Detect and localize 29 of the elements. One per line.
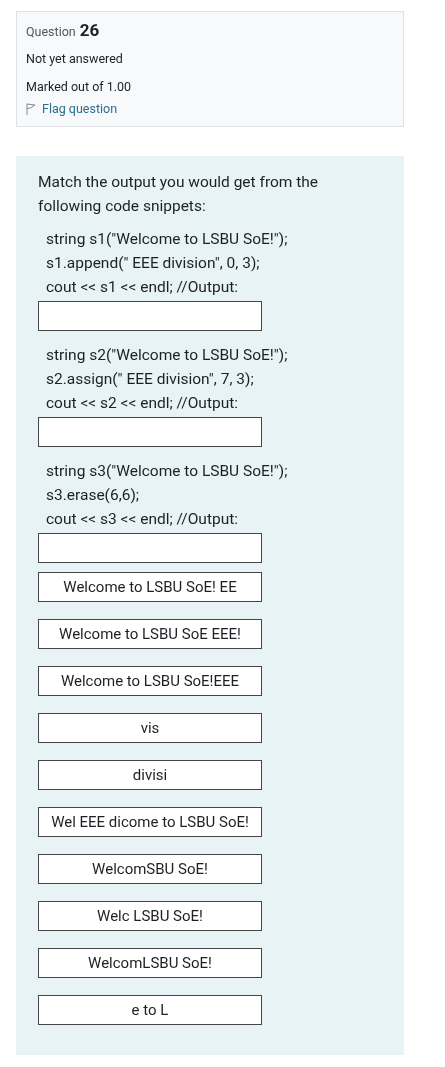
flag-question-link[interactable]: Flag question (26, 101, 118, 116)
answer-choice[interactable]: Welc LSBU SoE! (38, 901, 262, 931)
code-line: s3.erase(6,6); (46, 485, 141, 506)
code-line: string s2("Welcome to LSBU SoE!"); (46, 345, 289, 366)
question-status: Not yet answered (26, 50, 124, 68)
question-marks: Marked out of 1.00 (26, 78, 133, 96)
code-line: cout << s3 << endl; //Output: (46, 509, 240, 530)
drop-zone[interactable] (38, 417, 262, 447)
drop-zone[interactable] (38, 533, 262, 563)
answer-choice[interactable]: WelcomSBU SoE! (38, 854, 262, 884)
answer-choice[interactable]: Welcome to LSBU SoE EEE! (38, 619, 262, 649)
answer-choice[interactable]: vis (38, 713, 262, 743)
drop-zone[interactable] (38, 301, 262, 331)
question-label: Question (26, 24, 76, 39)
code-line: string s3("Welcome to LSBU SoE!"); (46, 461, 289, 482)
answer-choice[interactable]: e to L (38, 995, 262, 1025)
code-line: string s1("Welcome to LSBU SoE!"); (46, 229, 289, 250)
code-line: cout << s2 << endl; //Output: (46, 393, 240, 414)
question-prompt: Match the output you would get from the following code snippets: (38, 172, 320, 217)
answer-choice[interactable]: Welcome to LSBU SoE!EEE (38, 666, 262, 696)
answer-choice[interactable]: WelcomLSBU SoE! (38, 948, 262, 978)
code-line: s1.append(" EEE division", 0, 3); (46, 253, 261, 274)
code-line: s2.assign(" EEE division", 7, 3); (46, 369, 255, 390)
question-number: 26 (79, 20, 100, 40)
answer-choice[interactable]: Wel EEE dicome to LSBU SoE! (38, 807, 262, 837)
answer-choice[interactable]: divisi (38, 760, 262, 790)
flag-icon (26, 102, 36, 115)
code-line: cout << s1 << endl; //Output: (46, 277, 240, 298)
answer-choice[interactable]: Welcome to LSBU SoE! EE (38, 572, 262, 602)
